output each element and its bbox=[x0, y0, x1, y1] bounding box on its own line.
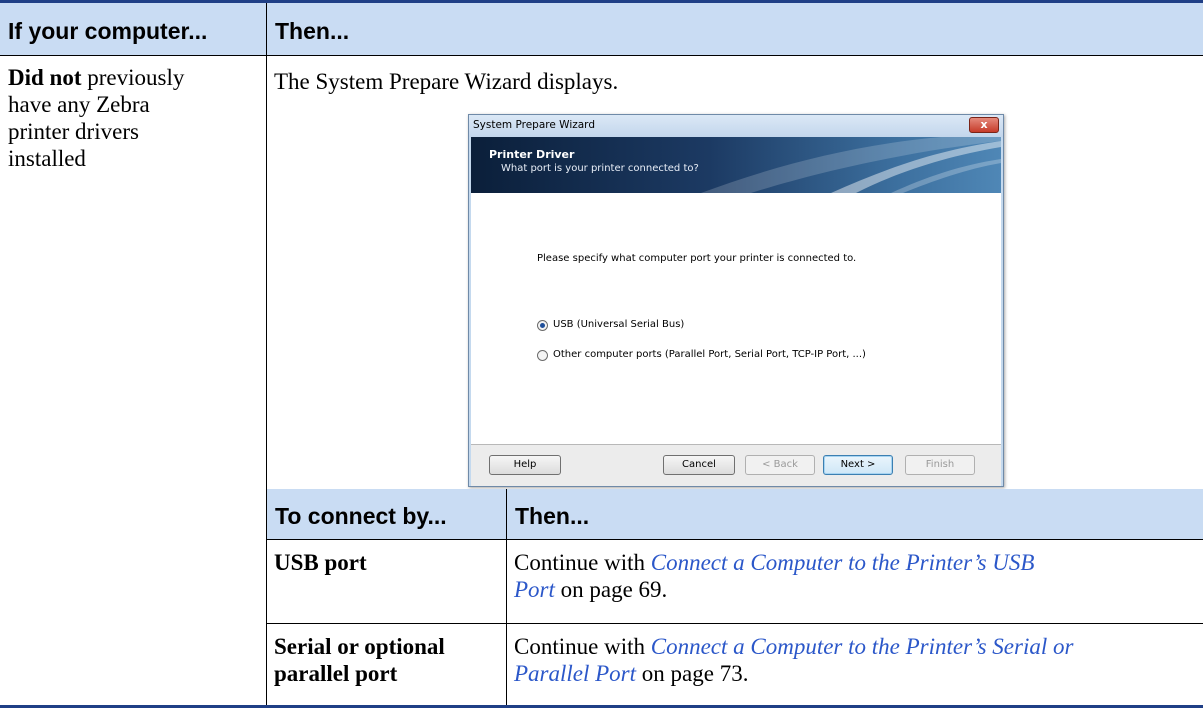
sub-header-bottom-line bbox=[267, 539, 1203, 540]
usb-link-line-2: Port bbox=[514, 577, 555, 602]
finish-button[interactable]: Finish bbox=[905, 455, 975, 475]
instruction-table: If your computer... Then... Did not prev… bbox=[0, 0, 1203, 709]
system-prepare-wizard-dialog: System Prepare Wizard x Printer Driver W… bbox=[468, 114, 1004, 487]
other-ports-option-label: Other computer ports (Parallel Port, Ser… bbox=[553, 349, 866, 360]
back-button[interactable]: < Back bbox=[745, 455, 815, 475]
banner-title: Printer Driver bbox=[489, 148, 575, 161]
connection-method-usb: USB port bbox=[274, 550, 367, 575]
main-column-divider bbox=[266, 3, 267, 705]
sub-row1-bottom-line bbox=[267, 623, 1203, 624]
serial-instruction: Continue with Connect a Computer to the … bbox=[514, 633, 1199, 687]
condition-cell: Did not previously have any Zebra printe… bbox=[8, 64, 258, 172]
header-col2: Then... bbox=[275, 18, 350, 44]
sub-column-divider bbox=[506, 489, 507, 705]
condition-bold: Did not bbox=[8, 65, 82, 90]
radio-selected-dot bbox=[540, 323, 545, 328]
header-col1: If your computer... bbox=[8, 18, 208, 44]
sub-header-col1: To connect by... bbox=[275, 503, 447, 529]
usb-instruction-suffix: on page 69. bbox=[554, 577, 668, 602]
usb-instruction-prefix: Continue with bbox=[514, 550, 651, 575]
header-bottom-line bbox=[0, 55, 1203, 56]
condition-line-2: have any Zebra bbox=[8, 92, 150, 117]
sub-header-col2: Then... bbox=[515, 503, 590, 529]
usb-radio-button[interactable] bbox=[537, 320, 548, 331]
next-button[interactable]: Next > bbox=[823, 455, 893, 475]
dialog-titlebar[interactable]: System Prepare Wizard x bbox=[469, 115, 1003, 137]
usb-option-label: USB (Universal Serial Bus) bbox=[553, 319, 685, 330]
wizard-banner: Printer Driver What port is your printer… bbox=[471, 137, 1001, 193]
wizard-content: Please specify what computer port your p… bbox=[471, 193, 1001, 444]
condition-line-1: previously bbox=[87, 65, 185, 90]
serial-method-line-1: Serial or optional bbox=[274, 634, 445, 659]
serial-link-line-2: Parallel Port bbox=[514, 661, 637, 686]
condition-line-4: installed bbox=[8, 146, 86, 171]
port-prompt: Please specify what computer port your p… bbox=[537, 253, 857, 264]
condition-line-3: printer drivers bbox=[8, 119, 139, 144]
close-button[interactable]: x bbox=[969, 117, 999, 133]
cancel-button[interactable]: Cancel bbox=[663, 455, 735, 475]
help-button[interactable]: Help bbox=[489, 455, 561, 475]
result-text: The System Prepare Wizard displays. bbox=[274, 69, 619, 94]
serial-instruction-suffix: on page 73. bbox=[636, 661, 749, 686]
dialog-title: System Prepare Wizard bbox=[473, 119, 595, 131]
close-icon: x bbox=[980, 118, 988, 131]
usb-instruction: Continue with Connect a Computer to the … bbox=[514, 549, 1194, 603]
serial-method-line-2: parallel port bbox=[274, 661, 398, 686]
banner-subtitle: What port is your printer connected to? bbox=[501, 163, 699, 174]
top-rule bbox=[0, 0, 1203, 3]
serial-link-line-1: Connect a Computer to the Printer’s Seri… bbox=[650, 634, 1074, 659]
usb-link-line-1: Connect a Computer to the Printer’s USB bbox=[650, 550, 1035, 575]
connection-method-serial: Serial or optional parallel port bbox=[274, 633, 445, 687]
bottom-rule bbox=[0, 705, 1203, 708]
serial-instruction-prefix: Continue with bbox=[514, 634, 651, 659]
other-ports-radio-button[interactable] bbox=[537, 350, 548, 361]
wizard-footer: Help Cancel < Back Next > Finish bbox=[471, 444, 1001, 486]
